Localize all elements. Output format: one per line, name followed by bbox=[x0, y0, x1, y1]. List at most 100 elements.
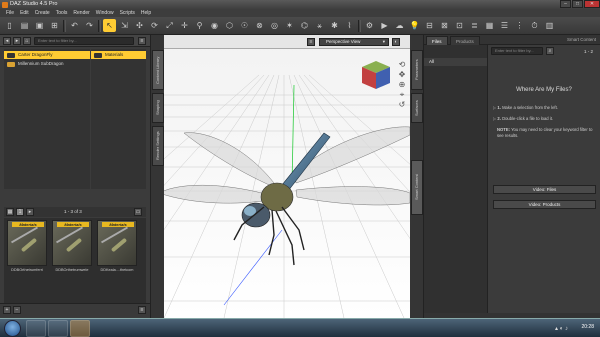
camera-tool-icon[interactable]: ◎ bbox=[268, 19, 281, 32]
merge-icon[interactable]: ⊞ bbox=[48, 19, 61, 32]
pan-icon[interactable]: ✥ bbox=[397, 70, 407, 80]
draw-style-icon[interactable]: ◐ bbox=[392, 38, 400, 46]
material-thumbnail[interactable]: Materials bbox=[7, 220, 47, 266]
content-library-footer: + − ≡ bbox=[0, 303, 150, 317]
rotate-tool-icon[interactable]: ⟳ bbox=[148, 19, 161, 32]
region-tool-icon[interactable]: ⊗ bbox=[253, 19, 266, 32]
thumbnail-badge: Materials bbox=[57, 222, 89, 227]
search-icon[interactable]: ⌕ bbox=[546, 47, 554, 55]
zoom-icon[interactable]: ⊕ bbox=[397, 80, 407, 90]
parameters-icon[interactable]: ⋮ bbox=[513, 19, 526, 32]
geometry-editor-icon[interactable]: ⬡ bbox=[223, 19, 236, 32]
pose-tool-icon[interactable]: ☉ bbox=[238, 19, 251, 32]
menu-create[interactable]: Create bbox=[35, 9, 50, 17]
viewport-layout-icon[interactable]: ⊠ bbox=[438, 19, 451, 32]
video-files-button[interactable]: Video: Files bbox=[493, 185, 596, 194]
menu-help[interactable]: Help bbox=[141, 9, 151, 17]
add-icon[interactable]: + bbox=[3, 306, 11, 314]
home-icon[interactable]: ⌂ bbox=[23, 37, 31, 45]
3d-viewport[interactable]: ≡ Perspective View ▾ ◐ ⟲ ✥ ⊕ ⌖ ↺ bbox=[164, 35, 410, 318]
undo-icon[interactable]: ↶ bbox=[68, 19, 81, 32]
subfolder-item[interactable]: Materials bbox=[91, 51, 146, 59]
universal-tool-icon[interactable]: ✣ bbox=[133, 19, 146, 32]
joint-editor-icon[interactable]: ⚲ bbox=[193, 19, 206, 32]
aux-viewport-icon[interactable]: ⊡ bbox=[453, 19, 466, 32]
save-icon[interactable]: ▣ bbox=[33, 19, 46, 32]
menu-render[interactable]: Render bbox=[73, 9, 89, 17]
clock: 20:28 bbox=[581, 324, 594, 330]
weight-map-icon[interactable]: ✱ bbox=[328, 19, 341, 32]
light-bulb-icon[interactable]: 💡 bbox=[408, 19, 421, 32]
daz-studio-taskbar-icon[interactable] bbox=[70, 320, 90, 337]
select-tool-icon[interactable]: ↖ bbox=[103, 19, 116, 32]
filter-item-all[interactable]: All bbox=[424, 58, 487, 66]
back-icon[interactable]: ◂ bbox=[3, 37, 11, 45]
result-count: 1 - 3 of 3 bbox=[64, 209, 82, 214]
note-label: NOTE: bbox=[497, 127, 511, 132]
surface-tool-icon[interactable]: ◉ bbox=[208, 19, 221, 32]
close-button[interactable]: ✕ bbox=[584, 0, 600, 8]
open-icon[interactable]: ▤ bbox=[18, 19, 31, 32]
aniblocks-icon[interactable]: ▥ bbox=[543, 19, 556, 32]
category-item[interactable]: Carter DragonFly bbox=[4, 51, 90, 59]
minimize-button[interactable]: – bbox=[560, 0, 571, 8]
frame-icon[interactable]: ⌖ bbox=[397, 90, 407, 100]
tab-surfaces[interactable]: Surfaces bbox=[411, 93, 423, 123]
view-mode-icon[interactable]: ▦ bbox=[6, 208, 14, 216]
tools-settings-icon[interactable]: ☰ bbox=[498, 19, 511, 32]
thumbnail-size-icon[interactable]: ▭ bbox=[134, 208, 142, 216]
render-settings-icon[interactable]: ⚙ bbox=[363, 19, 376, 32]
tab-shaping[interactable]: Shaping bbox=[152, 93, 164, 123]
tab-files[interactable]: Files bbox=[426, 36, 448, 45]
redo-icon[interactable]: ↷ bbox=[83, 19, 96, 32]
material-thumbnail[interactable]: Materials bbox=[52, 220, 92, 266]
maximize-button[interactable]: □ bbox=[572, 0, 583, 8]
orbit-icon[interactable]: ⟲ bbox=[397, 60, 407, 70]
daz-app-icon bbox=[2, 1, 8, 8]
tab-smart-content[interactable]: Smart Content bbox=[411, 160, 423, 215]
panel-menu-icon[interactable]: ≡ bbox=[138, 306, 146, 314]
dform-tool-icon[interactable]: ⚹ bbox=[313, 19, 326, 32]
pane-icon[interactable]: ▦ bbox=[483, 19, 496, 32]
render-icon[interactable]: ▶ bbox=[378, 19, 391, 32]
line-tessellation-icon[interactable]: ⌇ bbox=[343, 19, 356, 32]
forward-icon[interactable]: ▸ bbox=[13, 37, 21, 45]
cloud-render-icon[interactable]: ☁ bbox=[393, 19, 406, 32]
timeline-icon[interactable]: ⏱ bbox=[528, 19, 541, 32]
menu-tools[interactable]: Tools bbox=[56, 9, 68, 17]
reset-view-icon[interactable]: ↺ bbox=[397, 100, 407, 110]
menu-window[interactable]: Window bbox=[96, 9, 114, 17]
menu-file[interactable]: File bbox=[6, 9, 14, 17]
panel-options-icon[interactable]: ≡ bbox=[138, 37, 146, 45]
scale-tool-icon[interactable]: ⤢ bbox=[163, 19, 176, 32]
video-products-button[interactable]: Video: Products bbox=[493, 200, 596, 209]
view-selector[interactable]: Perspective View ▾ bbox=[319, 38, 389, 46]
explorer-icon[interactable] bbox=[48, 320, 68, 337]
tab-content-library[interactable]: Content Library bbox=[152, 50, 164, 90]
subfolder-label: Materials bbox=[105, 52, 124, 57]
menu-scripts[interactable]: Scripts bbox=[120, 9, 135, 17]
smart-search-input[interactable]: Enter text to filter by... bbox=[491, 47, 543, 55]
page-number[interactable]: 1 bbox=[16, 208, 24, 216]
tab-parameters[interactable]: Parameters bbox=[411, 50, 423, 90]
view-label: Perspective View bbox=[326, 39, 361, 44]
layout-icon[interactable]: ⊟ bbox=[423, 19, 436, 32]
ie-icon[interactable] bbox=[26, 320, 46, 337]
content-search-input[interactable]: Enter text to filter by... bbox=[34, 37, 134, 45]
spotlight-tool-icon[interactable]: ✶ bbox=[283, 19, 296, 32]
tab-products[interactable]: Products bbox=[450, 36, 480, 45]
node-select-icon[interactable]: ⇲ bbox=[118, 19, 131, 32]
page-next-icon[interactable]: ▸ bbox=[26, 208, 34, 216]
tab-render-settings[interactable]: Render Settings bbox=[152, 126, 164, 166]
scene-icon[interactable]: ≣ bbox=[468, 19, 481, 32]
dragonfly-wing bbox=[11, 226, 45, 256]
viewport-menu-icon[interactable]: ≡ bbox=[307, 38, 315, 46]
remove-icon[interactable]: − bbox=[13, 306, 21, 314]
menu-edit[interactable]: Edit bbox=[20, 9, 29, 17]
translate-tool-icon[interactable]: ✛ bbox=[178, 19, 191, 32]
new-scene-icon[interactable]: ▯ bbox=[3, 19, 16, 32]
morph-tool-icon[interactable]: ⌬ bbox=[298, 19, 311, 32]
category-item[interactable]: Millennium SubDragon bbox=[4, 60, 90, 68]
start-button[interactable] bbox=[4, 320, 21, 337]
material-thumbnail[interactable]: Materials bbox=[97, 220, 137, 266]
